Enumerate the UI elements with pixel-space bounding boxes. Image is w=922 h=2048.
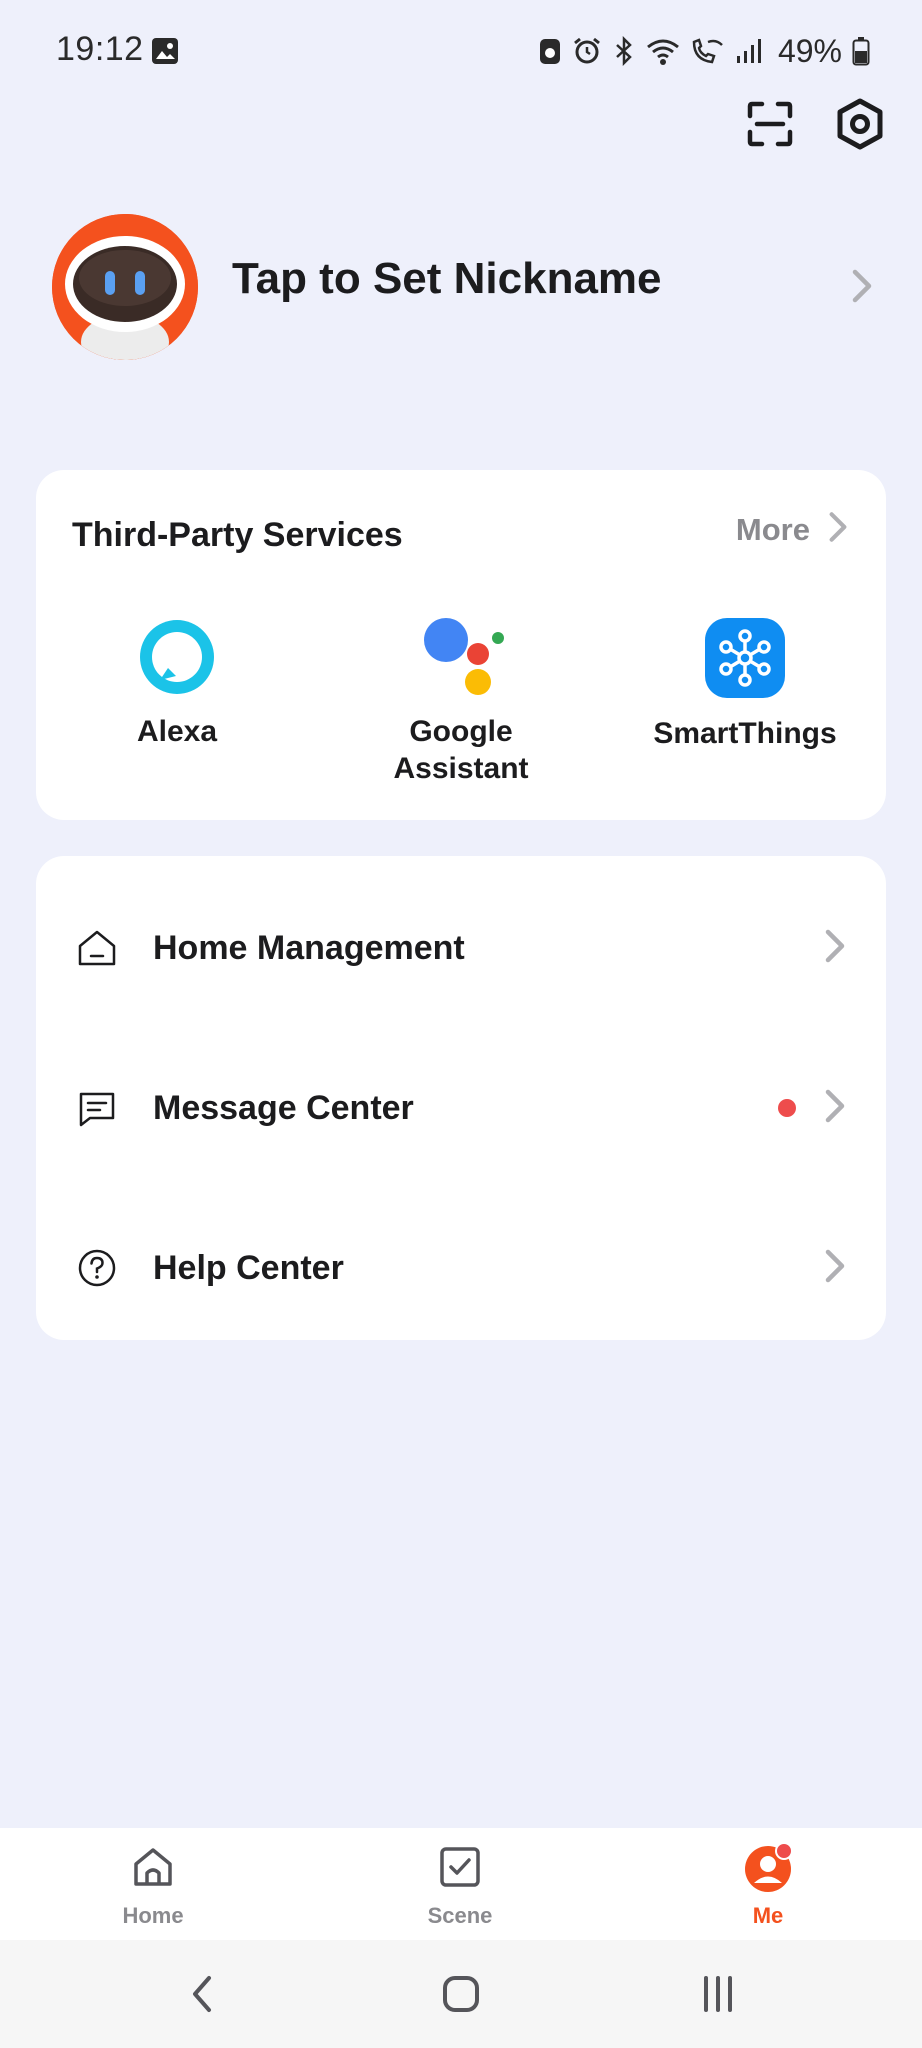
unread-badge bbox=[778, 1099, 796, 1117]
back-nav-icon[interactable] bbox=[172, 1966, 232, 2022]
me-icon[interactable] bbox=[741, 1840, 795, 1899]
tab-label[interactable]: Scene bbox=[428, 1903, 493, 1929]
smartthings-icon[interactable] bbox=[705, 618, 785, 703]
bottom-tab-bar: Home Scene Me bbox=[0, 1828, 922, 1940]
service-label: Google Assistant bbox=[393, 715, 529, 785]
menu-item-label[interactable]: Message Center bbox=[153, 1089, 414, 1128]
settings-hexagon-icon[interactable] bbox=[832, 96, 888, 152]
tab-home[interactable]: Home bbox=[53, 1828, 253, 1940]
recents-nav-icon[interactable] bbox=[688, 1966, 748, 2022]
third-party-services-card: Third-Party Services More Alexa Google A… bbox=[36, 470, 886, 820]
status-time: 19:12 bbox=[56, 30, 144, 68]
help-icon bbox=[76, 1247, 118, 1289]
menu-item-home-management[interactable]: Home Management bbox=[36, 868, 886, 1028]
more-link[interactable]: More bbox=[736, 510, 848, 549]
message-icon bbox=[76, 1087, 118, 1129]
service-google-assistant[interactable]: Google Assistant bbox=[341, 618, 581, 787]
chevron-right-icon[interactable] bbox=[824, 1248, 846, 1289]
home-icon[interactable] bbox=[130, 1844, 176, 1895]
service-smartthings[interactable]: SmartThings bbox=[625, 618, 865, 752]
tab-scene[interactable]: Scene bbox=[360, 1828, 560, 1940]
chevron-right-icon[interactable] bbox=[824, 1088, 846, 1129]
service-label: Alexa bbox=[136, 715, 218, 748]
menu-item-label[interactable]: Help Center bbox=[153, 1249, 344, 1288]
menu-item-help-center[interactable]: Help Center bbox=[36, 1188, 886, 1348]
wifi-icon bbox=[646, 36, 680, 66]
status-icons: 49% bbox=[538, 28, 870, 74]
more-chevron-icon[interactable] bbox=[828, 510, 848, 549]
chevron-right-icon[interactable] bbox=[824, 928, 846, 969]
menu-card: Home Management Message Center Help Cent… bbox=[36, 856, 886, 1340]
menu-item-label[interactable]: Home Management bbox=[153, 929, 465, 968]
nickname-label[interactable]: Tap to Set Nickname bbox=[232, 254, 662, 304]
gallery-notification-icon bbox=[150, 36, 180, 66]
bluetooth-icon bbox=[612, 36, 636, 66]
google-assistant-icon[interactable] bbox=[416, 618, 506, 701]
service-alexa[interactable]: Alexa bbox=[57, 618, 297, 750]
profile-chevron-icon[interactable] bbox=[844, 266, 880, 306]
system-navigation-bar bbox=[0, 1940, 922, 2048]
home-nav-icon[interactable] bbox=[431, 1966, 491, 2022]
tab-me[interactable]: Me bbox=[668, 1828, 868, 1940]
menu-item-message-center[interactable]: Message Center bbox=[36, 1028, 886, 1188]
scan-icon[interactable] bbox=[742, 96, 798, 152]
battery-icon bbox=[852, 36, 870, 66]
more-label[interactable]: More bbox=[736, 512, 810, 548]
scene-checkbox-icon[interactable] bbox=[437, 1844, 483, 1895]
tab-label[interactable]: Me bbox=[753, 1903, 784, 1929]
battery-percent: 49% bbox=[777, 32, 842, 69]
service-label: SmartThings bbox=[653, 717, 837, 750]
alert-icon bbox=[538, 36, 562, 66]
signal-icon bbox=[734, 36, 764, 66]
wifi-call-icon bbox=[690, 36, 724, 66]
alarm-icon bbox=[572, 36, 602, 66]
avatar[interactable] bbox=[52, 214, 198, 360]
alexa-icon[interactable] bbox=[138, 618, 216, 701]
house-icon bbox=[76, 927, 118, 969]
tab-label[interactable]: Home bbox=[122, 1903, 183, 1929]
third-party-title: Third-Party Services bbox=[72, 516, 403, 554]
